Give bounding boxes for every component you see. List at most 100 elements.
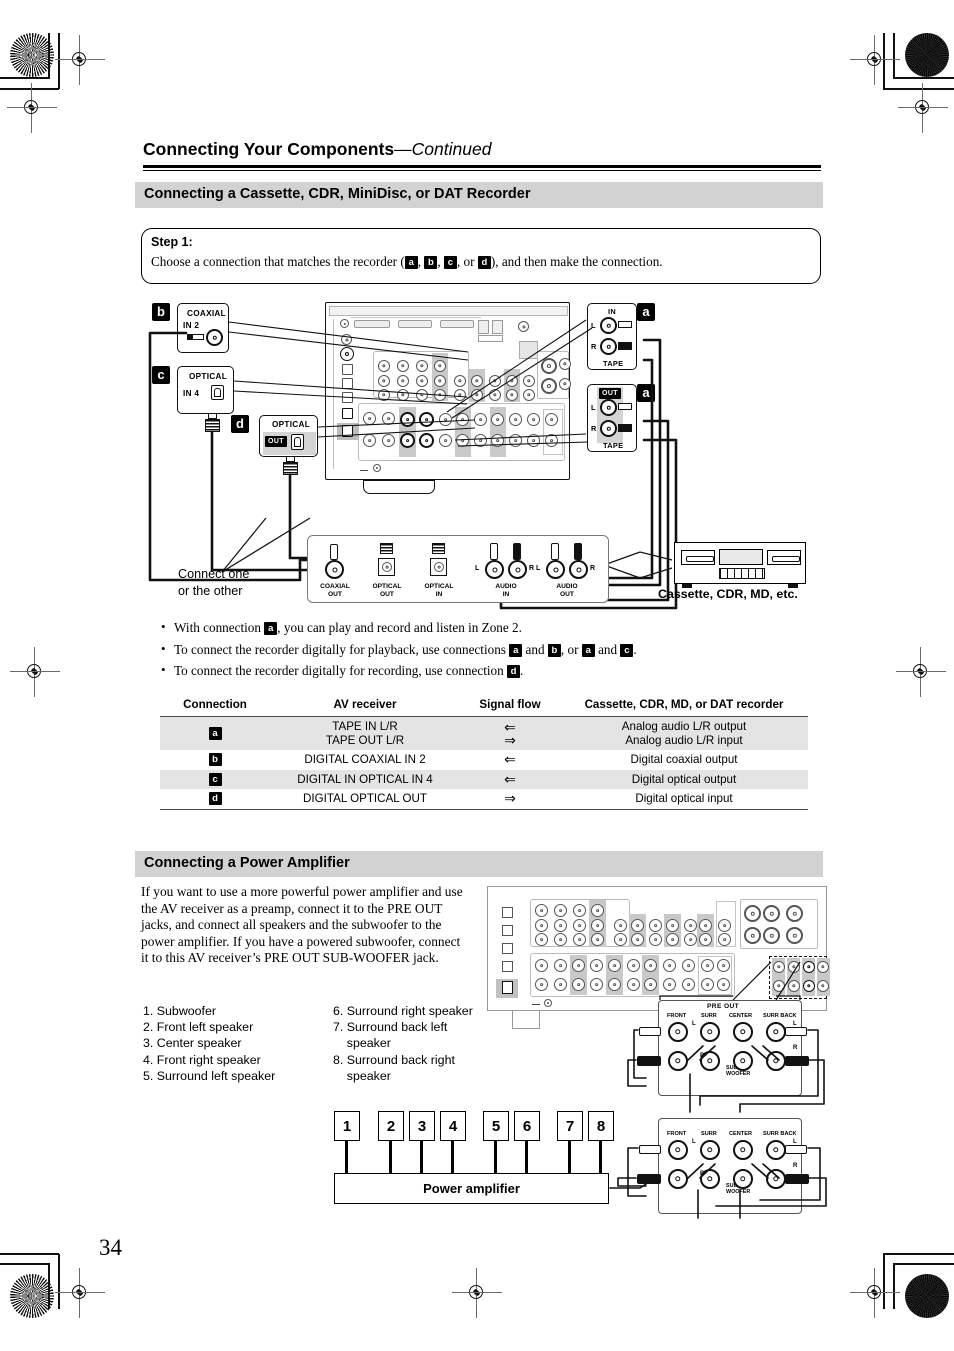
speaker-number-4: 4 bbox=[440, 1111, 466, 1141]
chip-b: b bbox=[547, 643, 561, 657]
speaker-number-5: 5 bbox=[483, 1111, 509, 1141]
callout-coaxial-in2-label: IN 2 bbox=[183, 321, 200, 330]
row-recorder-c: Digital optical output bbox=[631, 772, 737, 786]
av-receiver-rear-panel bbox=[325, 302, 571, 480]
row-recorder-b: Digital coaxial output bbox=[630, 753, 738, 766]
tape-in-label: IN bbox=[608, 307, 616, 316]
chip-a: a bbox=[581, 643, 595, 657]
callout-tape-out: OUT L R TAPE bbox=[587, 384, 637, 452]
power-amp-body-text: If you want to use a more powerful power… bbox=[141, 884, 463, 966]
pre-out-r-lower-right: R bbox=[793, 1163, 798, 1169]
pre-out-l-lower: L bbox=[692, 1139, 696, 1145]
out-badge-d: OUT bbox=[265, 436, 287, 447]
chip-a: a bbox=[264, 622, 278, 635]
list-item: speaker bbox=[333, 1036, 391, 1051]
list-item: To connect the recorder digitally for pl… bbox=[160, 641, 820, 657]
tape-in-l-label: L bbox=[591, 321, 596, 330]
row-recorder-a: Analog audio L/R output Analog audio L/R… bbox=[621, 720, 747, 747]
row-flow-a: ⇐ ⇒ bbox=[504, 718, 516, 748]
speaker-list-column-2: 6. Surround right speaker 7. Surround ba… bbox=[333, 1003, 513, 1084]
list-item: To connect the recorder digitally for re… bbox=[160, 662, 820, 678]
row-receiver-a: TAPE IN L/R TAPE OUT L/R bbox=[325, 720, 405, 747]
col-recorder: Cassette, CDR, MD, or DAT recorder bbox=[584, 698, 784, 711]
row-chip-d: d bbox=[160, 789, 270, 809]
callout-chip-a-in: a bbox=[637, 303, 655, 321]
pre-out-front-label-2: FRONT bbox=[667, 1131, 687, 1137]
jack-optical-out-label: OPTICAL OUT bbox=[372, 583, 402, 598]
audio-out-r-letter: R bbox=[590, 565, 596, 572]
pre-out-center-label: CENTER bbox=[729, 1013, 752, 1019]
jack-audio-in-r bbox=[508, 560, 527, 579]
callout-optical-label: OPTICAL bbox=[189, 372, 228, 381]
connection-table: Connection AV receiver Signal flow Casse… bbox=[160, 696, 808, 810]
row-chip-c: c bbox=[160, 770, 270, 790]
tape-in-bottom-label: TAPE bbox=[603, 359, 624, 368]
list-item: 4. Front right speaker bbox=[143, 1052, 261, 1067]
speaker-number-1: 1 bbox=[334, 1111, 360, 1141]
list-item: 5. Surround left speaker bbox=[143, 1068, 276, 1083]
callout-tape-in: IN L R TAPE bbox=[587, 303, 637, 370]
jack-optical-in-label: OPTICAL IN bbox=[424, 583, 454, 598]
col-connection: Connection bbox=[183, 698, 247, 711]
pre-out-surr-label: SURR bbox=[701, 1013, 717, 1019]
cassette-deck-caption: Cassette, CDR, MD, etc. bbox=[658, 587, 798, 601]
chip-a: a bbox=[509, 643, 523, 657]
jack-audio-out-l bbox=[546, 560, 565, 579]
jack-audio-out-label: AUDIO OUT bbox=[556, 583, 578, 598]
tape-out-l-label: L bbox=[591, 403, 596, 412]
out-badge-a: OUT bbox=[599, 388, 621, 399]
row-receiver-d: DIGITAL OPTICAL OUT bbox=[303, 792, 427, 805]
pre-out-surr-label-2: SURR bbox=[701, 1131, 717, 1137]
callout-optical-out-label: OPTICAL bbox=[272, 420, 311, 429]
row-receiver-c: DIGITAL IN OPTICAL IN 4 bbox=[297, 772, 433, 786]
table-row: d DIGITAL OPTICAL OUT ⇒ Digital optical … bbox=[160, 789, 808, 809]
row-receiver-b: DIGITAL COAXIAL IN 2 bbox=[304, 753, 426, 766]
callout-optical-in4-label: IN 4 bbox=[183, 389, 200, 398]
list-item: 3. Center speaker bbox=[143, 1036, 242, 1051]
table-row: b DIGITAL COAXIAL IN 2 ⇐ Digital coaxial… bbox=[160, 750, 808, 770]
table-row: c DIGITAL IN OPTICAL IN 4 ⇐ Digital opti… bbox=[160, 769, 808, 790]
pre-out-front-label: FRONT bbox=[667, 1013, 687, 1019]
connect-note-line1: Connect one bbox=[178, 567, 250, 581]
tape-in-r-label: R bbox=[591, 342, 597, 351]
list-item: 1. Subwoofer bbox=[143, 1004, 217, 1018]
tape-out-r-label: R bbox=[591, 424, 597, 433]
row-chip-a: a bbox=[160, 717, 270, 751]
list-item: speaker bbox=[333, 1068, 391, 1083]
pre-out-r-upper-right: R bbox=[793, 1045, 798, 1051]
pre-out-surr-back-label-2: SURR BACK bbox=[763, 1131, 797, 1137]
table-header-row: Connection AV receiver Signal flow Casse… bbox=[160, 696, 808, 716]
speaker-number-3: 3 bbox=[409, 1111, 435, 1141]
power-amplifier-box: Power amplifier bbox=[334, 1173, 609, 1204]
list-item: 6. Surround right speaker bbox=[333, 1004, 473, 1018]
pre-out-detail-lower: FRONT SURR CENTER SURR BACK L L R R SUBW… bbox=[637, 1118, 809, 1214]
audio-in-l-letter: L bbox=[475, 565, 480, 572]
callout-chip-d: d bbox=[231, 415, 249, 433]
callout-chip-c: c bbox=[152, 366, 170, 384]
speaker-number-6: 6 bbox=[514, 1111, 540, 1141]
row-flow-c: ⇐ bbox=[504, 770, 516, 787]
callout-coaxial-in2: COAXIAL IN 2 bbox=[177, 303, 229, 353]
row-flow-d: ⇒ bbox=[504, 790, 516, 806]
connect-note-line2: or the other bbox=[178, 584, 243, 598]
callout-optical-in4: OPTICAL IN 4 bbox=[177, 366, 234, 414]
chip-d: d bbox=[507, 665, 521, 678]
col-signal-flow: Signal flow bbox=[479, 698, 541, 711]
receiver-foot bbox=[363, 480, 435, 494]
pre-out-l-upper: L bbox=[692, 1021, 696, 1027]
jack-coaxial-out-label: COAXIAL OUT bbox=[320, 583, 350, 598]
callout-coaxial-label: COAXIAL bbox=[187, 309, 226, 318]
pre-out-center-label-2: CENTER bbox=[729, 1131, 752, 1137]
list-item: 2. Front left speaker bbox=[143, 1020, 254, 1035]
list-item: 8. Surround back right bbox=[333, 1052, 455, 1067]
power-amp-receiver-panel bbox=[487, 886, 830, 1011]
speaker-number-8: 8 bbox=[588, 1111, 614, 1141]
section-heading-power-amp: Connecting a Power Amplifier bbox=[135, 851, 823, 877]
jack-audio-in-label: AUDIO IN bbox=[495, 583, 517, 598]
pre-out-surr-back-label: SURR BACK bbox=[763, 1013, 797, 1019]
speaker-list-column-1: 1. Subwoofer 2. Front left speaker 3. Ce… bbox=[143, 1003, 333, 1084]
jack-coaxial-out bbox=[325, 560, 344, 579]
audio-in-r-letter: R bbox=[529, 565, 535, 572]
pre-out-title-upper: PRE OUT bbox=[707, 1003, 740, 1010]
speaker-number-7: 7 bbox=[557, 1111, 583, 1141]
